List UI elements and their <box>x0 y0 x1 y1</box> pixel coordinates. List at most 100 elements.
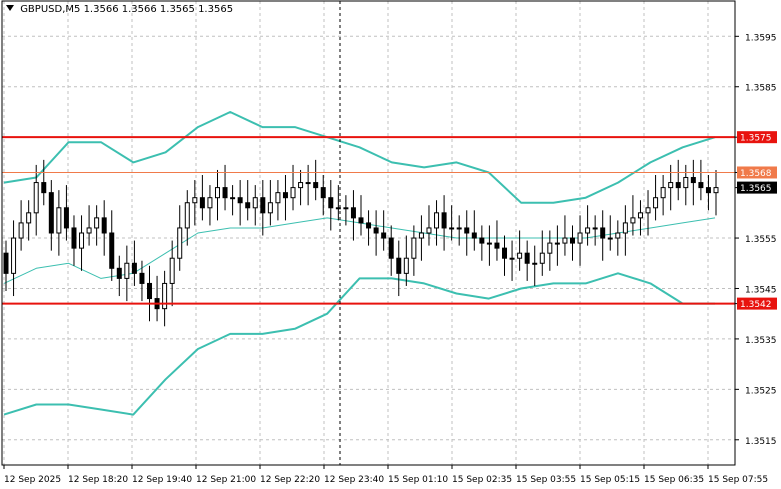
candle-body <box>434 212 440 229</box>
x-tick-label: 12 Sep 19:40 <box>132 475 192 485</box>
candle-body <box>637 212 643 219</box>
candle-body <box>282 192 288 199</box>
candle-body <box>592 227 598 230</box>
candle-body <box>48 192 54 234</box>
x-tick-label: 12 Sep 18:20 <box>68 475 128 485</box>
candle-body <box>41 182 47 194</box>
candle-body <box>675 182 681 189</box>
time-axis[interactable]: 12 Sep 2025 12 Sep 18:20 12 Sep 19:40 12 Se… <box>3 465 768 485</box>
candle-body <box>320 187 326 199</box>
price-chart[interactable]: 1.3595 1.3585 1.3555 1.3545 1.3535 1.3525 1.35… <box>0 0 781 489</box>
candle-body <box>33 182 39 214</box>
candle-body <box>63 207 69 229</box>
candle-body <box>494 242 500 249</box>
candle-body <box>502 247 508 259</box>
candle-body <box>388 237 394 259</box>
candle-body <box>245 202 251 209</box>
candle-body <box>26 212 32 224</box>
candle-body <box>653 197 659 209</box>
candle-body <box>373 227 379 234</box>
price-level-label: 1.3542 <box>740 300 772 310</box>
candle-body <box>184 202 190 229</box>
band-line <box>3 111 716 204</box>
candle-body <box>577 232 583 244</box>
x-tick-label: 12 Sep 22:20 <box>260 475 320 485</box>
candle-body <box>71 227 77 249</box>
candle-body <box>207 197 213 209</box>
candle-body <box>290 187 296 199</box>
x-tick-label: 15 Sep 06:35 <box>644 475 704 485</box>
candle-body <box>532 262 538 265</box>
price-axis[interactable]: 1.3595 1.3585 1.3555 1.3545 1.3535 1.3525 1.35… <box>735 33 777 447</box>
candle-body <box>192 197 198 204</box>
candle-body <box>418 232 424 239</box>
candle-body <box>713 187 719 194</box>
candle-body <box>116 267 122 279</box>
candle-body <box>350 207 356 219</box>
x-tick-label: 15 Sep 03:55 <box>516 475 576 485</box>
candle-body <box>131 262 137 274</box>
y-tick-label: 1.3585 <box>745 84 777 94</box>
candle-body <box>615 232 621 239</box>
price-level-label: 1.3575 <box>740 134 772 144</box>
candle-body <box>705 187 711 194</box>
candle-body <box>343 207 349 210</box>
candle-body <box>668 182 674 189</box>
chart-window[interactable]: GBPUSD,M5 1.3566 1.3566 1.3565 1.3565 1.… <box>0 0 781 489</box>
candle-body <box>139 272 145 284</box>
candle-body <box>456 227 462 230</box>
candle-body <box>403 257 409 274</box>
candle-body <box>464 227 470 234</box>
price-level-label: 1.3568 <box>740 169 772 179</box>
candle-body <box>449 227 455 230</box>
candle-body <box>18 222 24 239</box>
candle-body <box>298 182 304 189</box>
candle-body <box>683 177 689 189</box>
y-tick-label: 1.3545 <box>745 285 777 295</box>
candle-body <box>313 182 319 189</box>
x-tick-label: 15 Sep 02:35 <box>452 475 512 485</box>
candle-body <box>562 237 568 244</box>
candle-body <box>509 257 515 260</box>
candle-body <box>94 217 100 229</box>
candle-body <box>358 217 364 224</box>
candle-body <box>56 207 62 234</box>
y-tick-label: 1.3525 <box>745 386 777 396</box>
candle-body <box>471 232 477 239</box>
candle-body <box>252 197 258 209</box>
band-line <box>3 272 715 416</box>
candle-body <box>237 197 243 204</box>
candle-body <box>199 197 205 209</box>
candle-body <box>479 237 485 244</box>
candle-body <box>486 242 492 245</box>
candle-body <box>177 227 183 259</box>
candle-body <box>366 222 372 229</box>
candle-body <box>101 217 107 234</box>
x-tick-label: 15 Sep 01:10 <box>388 475 448 485</box>
candle-body <box>607 237 613 240</box>
candle-body <box>260 197 266 214</box>
candle-body <box>86 227 92 234</box>
candle-body <box>162 282 168 310</box>
candle-body <box>230 197 236 200</box>
candle-body <box>222 187 228 199</box>
candle-body <box>622 222 628 234</box>
candle-body <box>147 282 153 300</box>
candle-body <box>11 237 17 274</box>
candle-body <box>690 177 696 184</box>
candle-body <box>645 207 651 214</box>
candle-body <box>169 257 175 284</box>
y-tick-label: 1.3515 <box>745 437 777 447</box>
candle-body <box>426 227 432 234</box>
candle-body <box>539 252 545 264</box>
current-price-label: 1.3565 <box>740 184 772 194</box>
candle-body <box>396 257 402 274</box>
y-tick-label: 1.3595 <box>745 33 777 43</box>
candle-body <box>630 217 636 224</box>
x-tick-label: 12 Sep 23:40 <box>324 475 384 485</box>
candle-body <box>554 242 560 245</box>
candle-body <box>660 187 666 199</box>
candle-body <box>267 202 273 214</box>
candle-body <box>3 252 9 274</box>
candle-body <box>547 242 553 254</box>
